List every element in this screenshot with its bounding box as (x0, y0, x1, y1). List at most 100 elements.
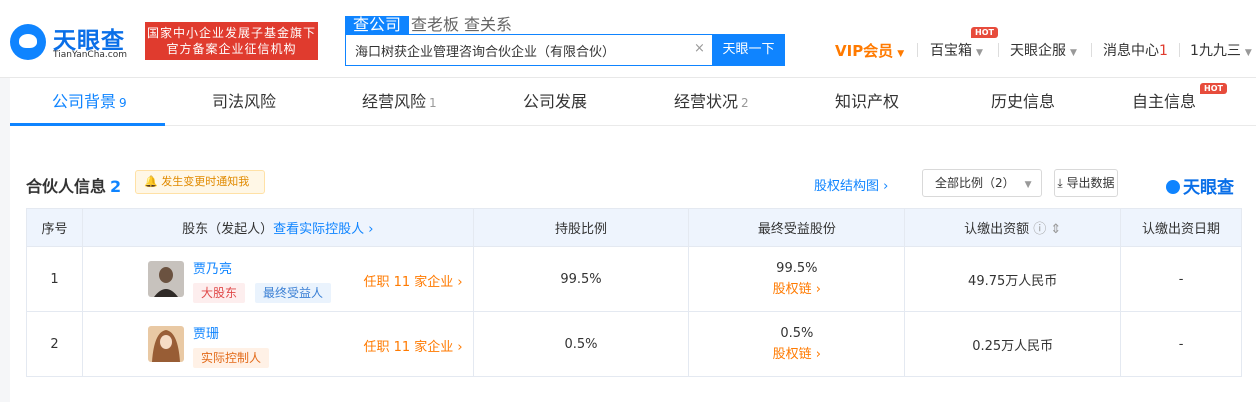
chevron-right-icon: › (879, 179, 889, 194)
tab-label: 公司背景 (52, 92, 117, 111)
help-icon[interactable]: ⓘ (1029, 222, 1046, 237)
tab-company-background[interactable]: 公司背景 9 (52, 78, 127, 126)
company-tabs: 公司背景 9 司法风险 经营风险 1 公司发展 经营状况 2 知识产权 历史信息 自主… (10, 78, 1256, 126)
clear-icon[interactable]: × (694, 41, 705, 56)
notify-label: 发生变更时通知我 (161, 175, 250, 188)
bell-icon: 🔔 (144, 175, 162, 188)
chevron-down-icon: ▼ (1070, 48, 1077, 58)
chevron-down-icon: ▼ (897, 49, 905, 59)
table-row: 1 贾乃亮 大股东 最终受益人 任职 11 家企业 › 99.5% 99.5% 股… (26, 246, 1242, 312)
government-badge: 国家中小企业发展子基金旗下 官方备案企业征信机构 (145, 22, 318, 60)
tab-label: 经营风险 (362, 92, 427, 111)
treasure-label: 百宝箱 (930, 43, 972, 59)
hot-badge: HOT (1200, 83, 1227, 94)
positions-link[interactable]: 任职 11 家企业 › (363, 271, 462, 290)
equity-chain-link[interactable]: 股权链 › (689, 343, 904, 362)
gov-badge-line1: 国家中小企业发展子基金旗下 (146, 26, 316, 40)
capital-date-cell: - (1120, 246, 1242, 312)
table-row: 2 贾珊 实际控制人 任职 11 家企业 › 0.5% 0.5% 股权链 › 0.… (26, 311, 1242, 377)
divider (917, 43, 918, 57)
tab-count: 1 (429, 96, 437, 110)
tab-count: 2 (741, 96, 749, 110)
export-button[interactable]: ⤓ 导出数据 (1054, 169, 1118, 197)
tab-operation-risk[interactable]: 经营风险 1 (362, 78, 437, 126)
chevron-down-icon: ▼ (1244, 48, 1252, 58)
download-icon: ⤓ (1057, 176, 1067, 190)
row-index: 1 (26, 246, 83, 312)
vip-menu[interactable]: VIP会员 ▼ (835, 40, 904, 61)
export-label: 导出数据 (1066, 176, 1115, 190)
col-ratio: 持股比例 (472, 208, 690, 247)
search-tab-relation[interactable]: 查关系 (456, 16, 520, 34)
tab-company-development[interactable]: 公司发展 (523, 78, 587, 126)
view-controller-link[interactable]: 查看实际控股人 › (273, 222, 373, 237)
search-input[interactable]: 海口树获企业管理咨询合伙企业（有限合伙） (355, 41, 615, 60)
holder-header-label: 股东（发起人） (182, 222, 274, 237)
sort-icon[interactable]: ⇕ (1046, 222, 1061, 237)
holder-link-label: 查看实际控股人 (273, 222, 365, 237)
section-title-text: 合伙人信息 (26, 177, 107, 196)
avatar[interactable] (147, 326, 184, 362)
col-final-benefit: 最终受益股份 (688, 208, 906, 247)
tab-intellectual-property[interactable]: 知识产权 (835, 78, 899, 126)
final-benefit-cell: 99.5% 股权链 › (688, 246, 906, 312)
search-tab-company[interactable]: 查公司 (345, 16, 410, 34)
treasure-menu[interactable]: 百宝箱 ▼ (930, 40, 983, 60)
ratio-select-value: 全部比例（2） (935, 176, 1015, 190)
capital-header-label: 认缴出资额 (964, 222, 1030, 237)
site-logo[interactable]: 天眼查 TianYanCha.com (10, 20, 135, 62)
tab-label: 公司发展 (523, 92, 588, 111)
equity-structure-link[interactable]: 股权结构图 › (814, 175, 888, 194)
enterprise-service-menu[interactable]: 天眼企服 ▼ (1010, 40, 1077, 60)
tab-history[interactable]: 历史信息 (991, 78, 1055, 126)
positions-label: 任职 11 家企业 (363, 340, 454, 355)
col-capital: 认缴出资额 ⓘ ⇕ (904, 208, 1122, 247)
beneficiary-tag: 最终受益人 (254, 283, 331, 303)
top-header: 天眼查 TianYanCha.com 国家中小企业发展子基金旗下 官方备案企业征… (0, 0, 1256, 78)
logo-eye-icon (1166, 180, 1180, 194)
notify-button[interactable]: 🔔 发生变更时通知我 (135, 170, 265, 194)
avatar-image (147, 261, 184, 297)
user-menu[interactable]: 1九九三 ▼ (1190, 40, 1252, 60)
message-count: 1 (1159, 43, 1168, 59)
row-index: 2 (26, 311, 83, 377)
tab-business-status[interactable]: 经营状况 2 (674, 78, 749, 126)
divider (1179, 43, 1180, 57)
holder-cell: 贾乃亮 大股东 最终受益人 任职 11 家企业 › (81, 246, 474, 312)
equity-chain-link[interactable]: 股权链 › (689, 278, 904, 297)
watermark-logo: 天眼查 (1166, 173, 1234, 198)
active-tab-indicator (10, 123, 165, 126)
tab-label: 知识产权 (835, 92, 900, 111)
search-box: 海口树获企业管理咨询合伙企业（有限合伙） × 天眼一下 (345, 34, 785, 66)
hot-badge: HOT (971, 27, 998, 38)
section-count: 2 (110, 177, 122, 196)
chevron-down-icon: ▼ (976, 48, 983, 58)
positions-label: 任职 11 家企业 (363, 275, 454, 290)
avatar[interactable] (147, 261, 184, 297)
holder-name-link[interactable]: 贾乃亮 (193, 258, 232, 277)
message-center[interactable]: 消息中心1 (1103, 40, 1168, 60)
capital-cell: 49.75万人民币 (904, 246, 1122, 312)
positions-link[interactable]: 任职 11 家企业 › (363, 336, 462, 355)
ratio-select[interactable]: 全部比例（2） ▼ (922, 169, 1042, 197)
col-capital-date: 认缴出资日期 (1120, 208, 1242, 247)
final-benefit-value: 99.5% (776, 261, 818, 276)
tab-label: 历史信息 (991, 92, 1056, 111)
tab-label: 司法风险 (212, 92, 277, 111)
chevron-down-icon: ▼ (1024, 180, 1032, 190)
actual-controller-tag: 实际控制人 (192, 348, 269, 368)
search-button[interactable]: 天眼一下 (712, 34, 785, 66)
enterprise-label: 天眼企服 (1010, 43, 1066, 59)
tab-label: 自主信息 (1132, 92, 1197, 111)
capital-cell: 0.25万人民币 (904, 311, 1122, 377)
main-content: 公司背景 9 司法风险 经营风险 1 公司发展 经营状况 2 知识产权 历史信息 自主… (10, 78, 1256, 402)
tab-self-info[interactable]: 自主信息 (1132, 78, 1196, 126)
holder-name-link[interactable]: 贾珊 (193, 323, 219, 342)
message-label: 消息中心 (1103, 43, 1159, 59)
tab-judicial-risk[interactable]: 司法风险 (212, 78, 276, 126)
logo-eye-icon (10, 24, 46, 60)
final-benefit-cell: 0.5% 股权链 › (688, 311, 906, 377)
search-area: 查公司 查老板 查关系 海口树获企业管理咨询合伙企业（有限合伙） × 天眼一下 (345, 16, 785, 66)
col-index: 序号 (26, 208, 83, 247)
logo-domain: TianYanCha.com (53, 50, 128, 60)
